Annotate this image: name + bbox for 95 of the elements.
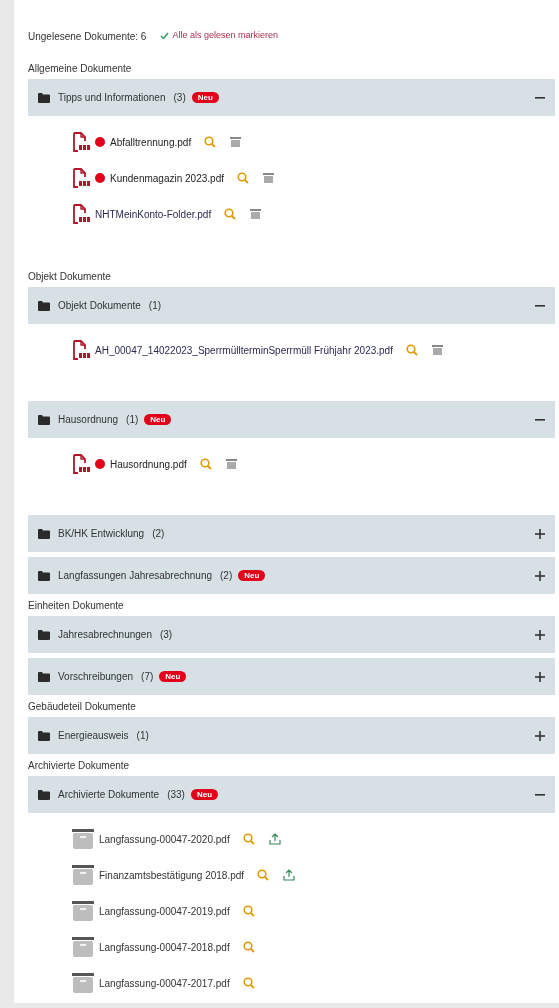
new-badge: Neu xyxy=(144,414,172,425)
file-link[interactable]: Langfassung-00047-2018.pdf xyxy=(99,939,230,955)
file-link[interactable]: Langfassung-00047-2020.pdf xyxy=(99,831,230,847)
new-badge: Neu xyxy=(191,92,219,103)
archive-icon[interactable] xyxy=(431,345,443,355)
folder-name: Jahresabrechnungen xyxy=(58,628,152,642)
folder-name: Tipps und Informationen xyxy=(58,91,166,105)
new-badge: Neu xyxy=(159,671,187,682)
section-title: Archivierte Dokumente xyxy=(28,758,130,773)
archive-box-icon xyxy=(72,865,94,885)
pdf-file-icon xyxy=(72,132,90,152)
search-icon[interactable] xyxy=(237,172,249,184)
folder-name: Energieausweis xyxy=(58,729,129,743)
search-icon[interactable] xyxy=(242,905,255,917)
archive-icon[interactable] xyxy=(250,209,262,219)
archive-box-icon xyxy=(72,973,94,993)
search-icon[interactable] xyxy=(204,136,217,148)
archive-icon[interactable] xyxy=(263,173,274,183)
file-link[interactable]: Abfalltrennung.pdf xyxy=(110,134,192,150)
file-link[interactable]: Hausordnung.pdf xyxy=(110,456,187,472)
file-link[interactable]: Langfassung-00047-2017.pdf xyxy=(99,975,230,991)
folder-name: Hausordnung xyxy=(58,413,119,427)
folder-name: BK/HK Entwicklung xyxy=(58,527,145,541)
document-count: (1) xyxy=(148,299,162,313)
minus-icon[interactable] xyxy=(535,304,545,307)
folder-name: Archivierte Dokumente xyxy=(58,788,160,802)
search-icon[interactable] xyxy=(242,977,255,989)
upload-icon[interactable] xyxy=(268,833,281,845)
file-link[interactable]: AH_00047_14022023_SperrmüllterminSperrmüll Frühjahr 2023.pdf xyxy=(95,342,393,358)
document-count: (33) xyxy=(167,788,185,802)
search-icon[interactable] xyxy=(242,833,255,845)
unread-count: Ungelesene Dokumente: 6 xyxy=(28,29,147,44)
mark-all-read-link[interactable]: Alle als gelesen markieren xyxy=(160,29,278,43)
archive-box-icon xyxy=(72,937,94,957)
upload-icon[interactable] xyxy=(283,869,296,881)
new-badge: Neu xyxy=(190,789,219,800)
section-title: Einheiten Dokumente xyxy=(28,598,124,613)
plus-icon[interactable] xyxy=(535,671,545,682)
file-link[interactable]: Finanzamtsbestätigung 2018.pdf xyxy=(99,867,245,883)
folder-icon xyxy=(38,570,50,581)
folder-header[interactable]: Energieausweis (1) xyxy=(28,717,555,754)
folder-icon xyxy=(38,528,50,539)
minus-icon[interactable] xyxy=(535,793,545,796)
pdf-file-icon xyxy=(72,340,90,360)
pdf-file-icon xyxy=(72,204,90,224)
plus-icon[interactable] xyxy=(535,730,545,741)
document-count: (1) xyxy=(136,729,149,743)
folder-icon xyxy=(38,629,50,640)
search-icon[interactable] xyxy=(242,941,255,953)
search-icon[interactable] xyxy=(257,869,270,881)
archive-icon[interactable] xyxy=(230,137,242,147)
folder-icon xyxy=(38,414,50,425)
archive-icon[interactable] xyxy=(225,459,237,469)
plus-icon[interactable] xyxy=(535,629,545,640)
archive-box-icon xyxy=(72,901,94,921)
document-count: (2) xyxy=(220,569,233,583)
pdf-file-icon xyxy=(72,168,90,188)
document-count: (3) xyxy=(173,91,186,105)
check-icon xyxy=(160,32,170,40)
folder-icon xyxy=(38,92,50,103)
section-title: Objekt Dokumente xyxy=(28,269,111,284)
document-count: (3) xyxy=(159,628,173,642)
minus-icon[interactable] xyxy=(535,418,545,421)
search-icon[interactable] xyxy=(224,208,237,220)
section-title: Gebäudeteil Dokumente xyxy=(28,699,136,714)
folder-icon xyxy=(38,730,50,741)
file-link[interactable]: Kundenmagazin 2023.pdf xyxy=(110,170,224,186)
pdf-file-icon xyxy=(72,454,90,474)
section-title: Allgemeine Dokumente xyxy=(28,61,132,76)
minus-icon[interactable] xyxy=(535,96,545,99)
folder-header[interactable]: Objekt Dokumente (1) xyxy=(28,287,555,324)
plus-icon[interactable] xyxy=(535,528,545,539)
folder-icon xyxy=(38,789,50,800)
file-link[interactable]: Langfassung-00047-2019.pdf xyxy=(99,903,230,919)
folder-header[interactable]: Hausordnung (1) Neu xyxy=(28,401,555,438)
folder-header[interactable]: Jahresabrechnungen (3) xyxy=(28,616,555,653)
folder-header[interactable]: Vorschreibungen (7) Neu xyxy=(28,658,555,695)
archive-box-icon xyxy=(72,829,94,849)
new-badge: Neu xyxy=(238,570,266,581)
document-count: (2) xyxy=(152,527,165,541)
folder-name: Vorschreibungen xyxy=(58,670,134,684)
plus-icon[interactable] xyxy=(535,570,545,581)
search-icon[interactable] xyxy=(199,458,212,470)
folder-name: Objekt Dokumente xyxy=(58,299,141,313)
folder-header[interactable]: Langfassungen Jahresabrechnung (2) Neu xyxy=(28,557,555,594)
folder-icon xyxy=(38,300,50,311)
folder-header[interactable]: BK/HK Entwicklung (2) xyxy=(28,515,555,552)
folder-header[interactable]: Archivierte Dokumente (33) Neu xyxy=(28,776,555,813)
search-icon[interactable] xyxy=(405,344,418,356)
folder-icon xyxy=(38,671,50,682)
folder-name: Langfassungen Jahresabrechnung xyxy=(58,569,212,583)
document-count: (7) xyxy=(141,670,154,684)
file-link[interactable]: NHTMeinKonto-Folder.pdf xyxy=(95,206,212,222)
folder-header[interactable]: Tipps und Informationen (3) Neu xyxy=(28,79,555,116)
document-count: (1) xyxy=(126,413,139,427)
